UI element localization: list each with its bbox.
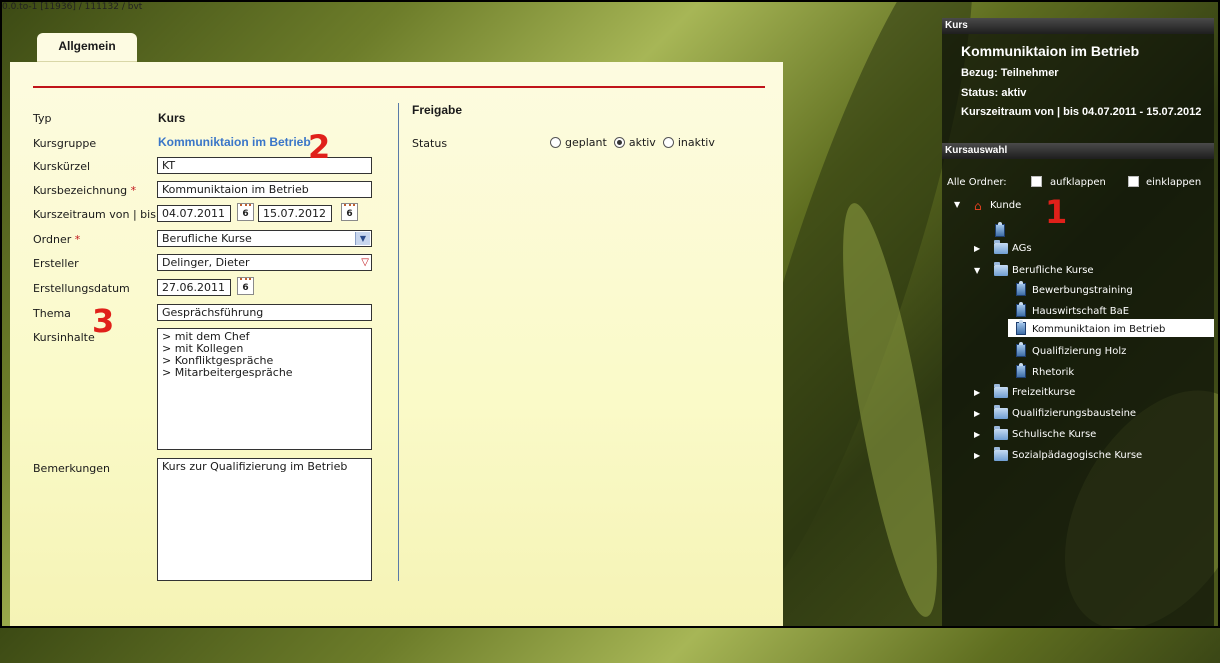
freigabe-title: Freigabe [412, 103, 463, 117]
home-icon: ⌂ [974, 199, 982, 213]
status-label: Status [412, 137, 448, 150]
aufklappen-label[interactable]: aufklappen [1050, 177, 1106, 188]
kurskuerzel-input[interactable]: KT [157, 157, 372, 174]
ersteller-label: Ersteller [33, 257, 79, 270]
radio-inaktiv-label: inaktiv [677, 136, 715, 149]
tree-course-kommunikation[interactable]: Kommuniktaion im Betrieb [1032, 324, 1165, 335]
column-divider [398, 103, 399, 581]
tree-course-qualifizierung-holz[interactable]: Qualifizierung Holz [1032, 346, 1126, 357]
calendar-erstellung-icon[interactable]: 6 [237, 277, 254, 295]
kursbezeichnung-input[interactable]: Kommuniktaion im Betrieb [157, 181, 372, 198]
typ-label: Typ [33, 112, 52, 125]
kursinhalte-line: > Mitarbeitergespräche [162, 366, 293, 379]
ersteller-select-value: Delinger, Dieter [162, 256, 250, 269]
course-icon [1016, 363, 1026, 378]
ordner-label-text: Ordner [33, 233, 72, 246]
kursinhalte-label: Kursinhalte [33, 331, 95, 344]
expand-qualifizierung-icon[interactable]: ▶ [974, 408, 980, 419]
radio-circle[interactable] [613, 137, 625, 148]
kursgruppe-link[interactable]: Kommuniktaion im Betrieb [158, 135, 311, 149]
tree-course-hauswirtschaft[interactable]: Hauswirtschaft BaE [1032, 306, 1129, 317]
radio-circle[interactable] [550, 137, 561, 148]
alle-ordner-label: Alle Ordner: [947, 177, 1007, 188]
kurs-status: Status: aktiv [961, 87, 1027, 99]
radio-geplant[interactable]: geplant [550, 136, 607, 149]
expand-freizeit-icon[interactable]: ▶ [974, 387, 980, 398]
thema-label: Thema [33, 307, 71, 320]
einklappen-label[interactable]: einklappen [1146, 177, 1201, 188]
tree-folder-schulische-kurse[interactable]: Schulische Kurse [1012, 429, 1096, 440]
kursbezeichnung-label: Kursbezeichnung * [33, 184, 136, 197]
tree-folder-berufliche-kurse[interactable]: Berufliche Kurse [1012, 265, 1094, 276]
radio-aktiv[interactable]: aktiv [613, 136, 656, 149]
erstellungsdatum-label: Erstellungsdatum [33, 282, 130, 295]
expand-kunde-icon[interactable]: ▼ [954, 199, 960, 210]
folder-icon [994, 384, 1008, 398]
course-icon [1016, 320, 1026, 335]
kurszeitraum-to-input[interactable]: 15.07.2012 [258, 205, 332, 222]
course-icon [1016, 302, 1026, 317]
kursinhalte-textarea[interactable]: > mit dem Chef > mit Kollegen > Konflikt… [157, 328, 372, 450]
status-radio-group: geplant aktiv inaktiv [550, 136, 715, 149]
ersteller-select[interactable]: Delinger, Dieter ▽ [157, 254, 372, 271]
tree-course-bewerbungstraining[interactable]: Bewerbungstraining [1032, 285, 1133, 296]
tree-course-rhetorik[interactable]: Rhetorik [1032, 367, 1074, 378]
bemerkungen-textarea[interactable]: Kurs zur Qualifizierung im Betrieb [157, 458, 372, 581]
ordner-select-value: Berufliche Kurse [162, 232, 252, 245]
folder-icon [994, 405, 1008, 419]
ordner-label: Ordner * [33, 233, 80, 246]
course-icon [995, 222, 1005, 237]
annotation-1: 1 [1045, 193, 1068, 231]
course-icon [1016, 342, 1026, 357]
required-marker: * [74, 233, 81, 246]
erstellungsdatum-input[interactable]: 27.06.2011 [157, 279, 231, 296]
einklappen-checkbox[interactable] [1128, 176, 1139, 187]
folder-icon [994, 240, 1008, 254]
kurszeitraum-from-input[interactable]: 04.07.2011 [157, 205, 231, 222]
aufklappen-checkbox[interactable] [1031, 176, 1042, 187]
required-marker: * [130, 184, 137, 197]
kursgruppe-label: Kursgruppe [33, 137, 97, 150]
annotation-3: 3 [92, 302, 115, 340]
kursbezeichnung-label-text: Kursbezeichnung [33, 184, 128, 197]
expand-ags-icon[interactable]: ▶ [974, 243, 980, 254]
annotation-2: 2 [308, 128, 331, 166]
kurszeitraum-label: Kurszeitraum von | bis [33, 208, 156, 221]
kurs-title: Kommuniktaion im Betrieb [961, 43, 1140, 59]
tree-folder-freizeitkurse[interactable]: Freizeitkurse [1012, 387, 1075, 398]
tree-node-kunde[interactable]: Kunde [990, 200, 1021, 211]
thema-input[interactable]: Gesprächsführung [157, 304, 372, 321]
triangle-down-icon[interactable]: ▽ [361, 255, 369, 270]
version-info: 0.0.to-1 [11936] / 111132 / bvt [2, 2, 143, 12]
ordner-select[interactable]: Berufliche Kurse ▼ [157, 230, 372, 247]
radio-circle[interactable] [662, 137, 674, 148]
radio-inaktiv[interactable]: inaktiv [662, 136, 715, 149]
typ-value: Kurs [158, 111, 186, 125]
calendar-to-icon[interactable]: 6 [341, 203, 358, 221]
folder-icon [994, 426, 1008, 440]
kurs-header: Kurs [942, 18, 1214, 34]
collapse-berufliche-icon[interactable]: ▼ [974, 265, 980, 276]
header-divider [33, 86, 765, 88]
kurs-zeitraum: Kurszeitraum von | bis 04.07.2011 - 15.0… [961, 106, 1202, 118]
tab-allgemein[interactable]: Allgemein [37, 33, 137, 62]
kurs-bezug: Bezug: Teilnehmer [961, 67, 1059, 79]
expand-sozial-icon[interactable]: ▶ [974, 450, 980, 461]
kursauswahl-header: Kursauswahl [942, 143, 1214, 159]
bemerkungen-label: Bemerkungen [33, 462, 111, 475]
folder-icon [994, 447, 1008, 461]
kurskuerzel-label: Kurskürzel [33, 160, 91, 173]
expand-schulisch-icon[interactable]: ▶ [974, 429, 980, 440]
radio-aktiv-label: aktiv [628, 136, 656, 149]
radio-geplant-label: geplant [565, 136, 607, 149]
tree-folder-sozialpaedagogische-kurse[interactable]: Sozialpädagogische Kurse [1012, 450, 1142, 461]
chevron-down-icon[interactable]: ▼ [355, 232, 370, 245]
folder-open-icon [994, 262, 1008, 276]
calendar-from-icon[interactable]: 6 [237, 203, 254, 221]
tree-folder-qualifizierungsbausteine[interactable]: Qualifizierungsbausteine [1012, 408, 1136, 419]
tree-folder-ags[interactable]: AGs [1012, 243, 1032, 254]
course-icon [1016, 281, 1026, 296]
